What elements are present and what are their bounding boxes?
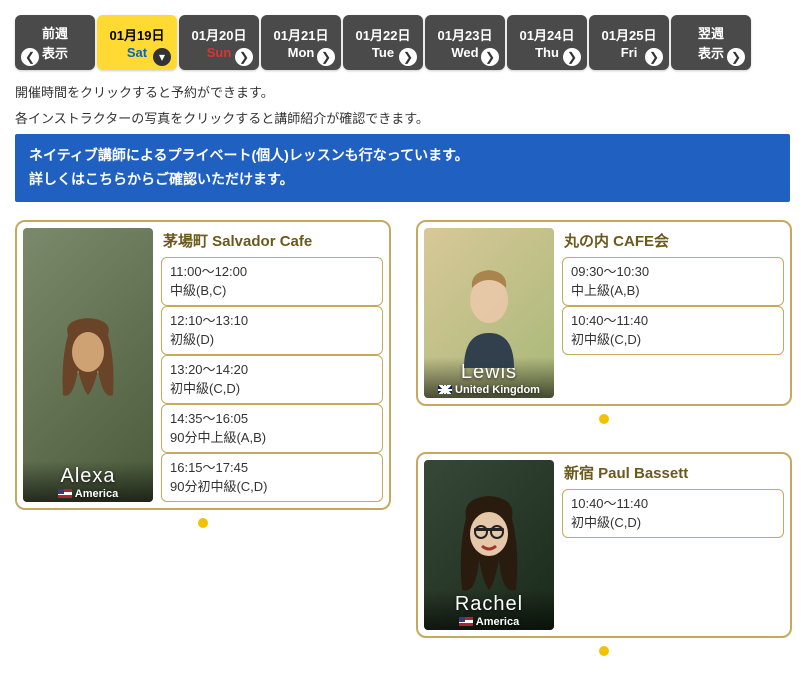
card-info: 丸の内 CAFE会 09:30～10:30中上級(A,B)10:40～11:40… [562,228,784,398]
instructor-card-lewis: Lewis United Kingdom 丸の内 CAFE会 09:30～10:… [416,220,792,406]
column-right: Lewis United Kingdom 丸の内 CAFE会 09:30～10:… [416,220,792,659]
person-icon [424,228,554,398]
dow-label: Thu [535,45,559,60]
dow-label: Fri [621,45,638,60]
card-alexa-wrap: Alexa America 茅場町 Salvador Cafe 11:00～12… [15,220,391,531]
next-label-1: 翌週 [698,23,724,42]
card-info: 新宿 Paul Bassett 10:40～11:40初中級(C,D) [562,460,784,630]
dow-label: Mon [288,45,315,60]
private-lesson-banner[interactable]: ネイティブ講師によるプライベート(個人)レッスンも行なっています。 詳しくはこち… [15,134,790,202]
next-week-button[interactable]: 翌週 表示 ❯ [671,15,751,70]
chevron-left-icon: ❮ [21,48,39,66]
flag-uk-icon [438,385,452,394]
flag-us-icon [459,617,473,626]
chevron-right-icon: ❯ [235,48,253,66]
time-slot[interactable]: 11:00～12:00中級(B,C) [161,257,383,306]
slot-level: 中級(B,C) [170,281,374,301]
instructor-photo-rachel[interactable]: Rachel America [424,460,554,630]
flag-us-icon [58,489,72,498]
date-label: 01月20日 [192,25,247,44]
slot-level: 初中級(C,D) [170,379,374,399]
prev-week-button[interactable]: 前週 表示 ❮ [15,15,95,70]
dow-label: Wed [451,45,478,60]
card-lewis-wrap: Lewis United Kingdom 丸の内 CAFE会 09:30～10:… [416,220,792,427]
prev-label-1: 前週 [42,23,68,42]
chevron-right-icon: ❯ [399,48,417,66]
date-button-1[interactable]: 01月20日Sun❯ [179,15,259,70]
card-rachel-wrap: Rachel America 新宿 Paul Bassett 10:40～11:… [416,452,792,659]
dot-icon [599,646,609,656]
slot-level: 90分中上級(A,B) [170,428,374,448]
slot-time: 12:10～13:10 [170,311,374,331]
chevron-right-icon: ❯ [645,48,663,66]
date-button-3[interactable]: 01月22日Tue ❯ [343,15,423,70]
instructor-card-alexa: Alexa America 茅場町 Salvador Cafe 11:00～12… [15,220,391,510]
slot-time: 09:30～10:30 [571,262,775,282]
date-label: 01月24日 [520,25,575,44]
time-slot[interactable]: 14:35～16:0590分中上級(A,B) [161,404,383,453]
banner-line-2: 詳しくはこちらからご確認いただけます。 [29,168,776,192]
date-label: 01月25日 [602,25,657,44]
date-button-0[interactable]: 01月19日Sat ▾ [97,15,177,70]
date-button-2[interactable]: 01月21日Mon❯ [261,15,341,70]
dow-label: Sun [207,45,232,60]
pagination-dots [416,644,792,659]
dow-label: Sat [127,45,147,60]
schedule-grid: Alexa America 茅場町 Salvador Cafe 11:00～12… [15,220,790,659]
slot-level: 90分初中級(C,D) [170,477,374,497]
note-click-photo: 各インストラクターの写真をクリックすると講師紹介が確認できます。 [15,108,790,130]
time-slot[interactable]: 12:10～13:10初級(D) [161,306,383,355]
date-label: 01月22日 [356,25,411,44]
chevron-right-icon: ❯ [317,48,335,66]
slot-time: 14:35～16:05 [170,409,374,429]
slot-time: 10:40～11:40 [571,311,775,331]
instructor-card-rachel: Rachel America 新宿 Paul Bassett 10:40～11:… [416,452,792,638]
slot-time: 16:15～17:45 [170,458,374,478]
location-title: 丸の内 CAFE会 [564,230,784,251]
slot-level: 初中級(C,D) [571,513,775,533]
location-title: 新宿 Paul Bassett [564,462,784,483]
person-icon [424,460,554,630]
prev-label-2: 表示 [42,43,68,62]
time-slot[interactable]: 10:40～11:40初中級(C,D) [562,306,784,355]
time-slot[interactable]: 10:40～11:40初中級(C,D) [562,489,784,538]
pagination-dots [15,516,391,531]
date-label: 01月23日 [438,25,493,44]
banner-line-1: ネイティブ講師によるプライベート(個人)レッスンも行なっています。 [29,144,776,168]
date-button-6[interactable]: 01月25日Fri ❯ [589,15,669,70]
chevron-down-icon: ▾ [153,48,171,66]
location-title: 茅場町 Salvador Cafe [163,230,383,251]
date-button-4[interactable]: 01月23日Wed❯ [425,15,505,70]
slot-time: 11:00～12:00 [170,262,374,282]
instructor-photo-lewis[interactable]: Lewis United Kingdom [424,228,554,398]
instructor-photo-alexa[interactable]: Alexa America [23,228,153,502]
slot-time: 10:40～11:40 [571,494,775,514]
slot-level: 中上級(A,B) [571,281,775,301]
date-navigation: 前週 表示 ❮ 01月19日Sat▾01月20日Sun❯01月21日Mon❯01… [15,15,790,70]
time-slot[interactable]: 13:20～14:20初中級(C,D) [161,355,383,404]
dow-label: Tue [372,45,394,60]
dot-icon [198,518,208,528]
dot-icon [599,414,609,424]
column-left: Alexa America 茅場町 Salvador Cafe 11:00～12… [15,220,391,531]
next-label-2: 表示 [698,43,724,62]
slot-level: 初中級(C,D) [571,330,775,350]
chevron-right-icon: ❯ [727,48,745,66]
card-info: 茅場町 Salvador Cafe 11:00～12:00中級(B,C)12:1… [161,228,383,502]
date-label: 01月19日 [110,25,165,44]
chevron-right-icon: ❯ [563,48,581,66]
time-slot[interactable]: 09:30～10:30中上級(A,B) [562,257,784,306]
pagination-dots [416,412,792,427]
date-button-5[interactable]: 01月24日Thu ❯ [507,15,587,70]
slot-level: 初級(D) [170,330,374,350]
date-label: 01月21日 [274,25,329,44]
slot-time: 13:20～14:20 [170,360,374,380]
person-icon [23,228,153,502]
time-slot[interactable]: 16:15～17:4590分初中級(C,D) [161,453,383,502]
chevron-right-icon: ❯ [481,48,499,66]
note-click-time: 開催時間をクリックすると予約ができます。 [15,82,790,104]
